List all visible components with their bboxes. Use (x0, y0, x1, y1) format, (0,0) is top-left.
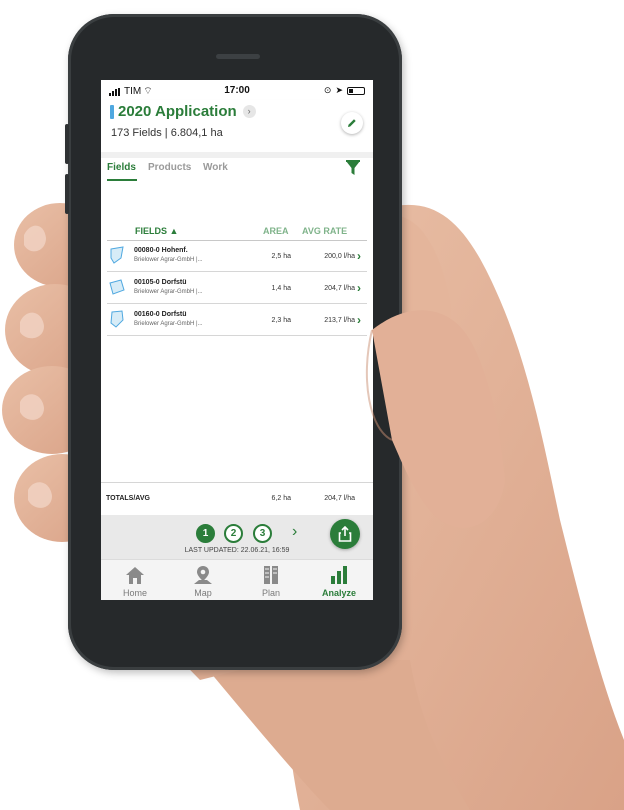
status-right: ⊙ ➤ (324, 85, 365, 96)
totals-label: TOTALS/AVG (106, 495, 150, 502)
tab-products[interactable]: Products (148, 162, 191, 173)
page-subtitle: 173 Fields | 6.804,1 ha (111, 127, 223, 139)
column-header-fields[interactable]: FIELDS ▲ (135, 226, 178, 236)
phone-side-button (65, 124, 69, 164)
bar-chart-icon (331, 566, 347, 584)
totals-area: 6,2 ha (271, 495, 291, 502)
phone-speaker (216, 54, 260, 59)
share-button[interactable] (330, 519, 360, 549)
field-shape-icon (109, 279, 125, 295)
header-divider (101, 152, 373, 158)
nav-map[interactable]: Map (169, 560, 237, 600)
share-icon (338, 526, 352, 542)
edit-button[interactable] (341, 112, 363, 134)
field-company: Brielower Agrar-GmbH |... (134, 321, 203, 327)
field-company: Brielower Agrar-GmbH |... (134, 289, 203, 295)
map-pin-icon (194, 566, 212, 584)
nav-plan-label: Plan (261, 588, 280, 598)
chevron-right-icon[interactable]: › (357, 249, 361, 263)
nav-home[interactable]: Home (101, 560, 169, 600)
home-icon (126, 567, 144, 584)
table-row[interactable]: 00160-0 Dorfstü Brielower Agrar-GmbH |..… (107, 305, 367, 336)
workflow-action-bar: 1 2 3 › LAST UPDATED: 22.06.21, 16:59 (101, 515, 373, 559)
next-step-icon[interactable]: › (292, 523, 297, 541)
table-row[interactable]: 00080-0 Hohenf. Brielower Agrar-GmbH |..… (107, 241, 367, 272)
field-name: 00080-0 Hohenf. (134, 247, 188, 254)
chevron-right-icon[interactable]: › (357, 313, 361, 327)
totals-rate: 204,7 l/ha (324, 495, 355, 502)
nav-home-label: Home (122, 588, 147, 598)
phone-side-button (65, 174, 69, 214)
location-icon: ➤ (335, 85, 343, 95)
pencil-icon (348, 119, 356, 127)
table-row[interactable]: 00105-0 Dorfstü Brielower Agrar-GmbH |..… (107, 273, 367, 304)
status-bar: TIM ⌔ 17:00 ⊙ ➤ (101, 80, 373, 100)
title-marker (110, 104, 114, 119)
step-1-button[interactable]: 1 (196, 524, 215, 543)
tab-active-indicator (107, 179, 137, 181)
tab-fields[interactable]: Fields (107, 162, 136, 173)
tab-work[interactable]: Work (203, 162, 228, 173)
field-shape-icon (110, 246, 124, 264)
nav-analyze-label: Analyze (321, 588, 356, 598)
field-area: 2,5 ha (271, 253, 291, 260)
column-header-avg-rate[interactable]: AVG RATE (302, 226, 347, 236)
totals-row: TOTALS/AVG 6,2 ha 204,7 l/ha (101, 483, 373, 513)
app-screen: TIM ⌔ 17:00 ⊙ ➤ 2020 Application › 173 F… (101, 80, 373, 600)
battery-icon (347, 86, 365, 95)
field-shape-icon (110, 310, 124, 328)
field-name: 00105-0 Dorfstü (134, 279, 187, 286)
field-name: 00160-0 Dorfstü (134, 311, 187, 318)
title-row[interactable]: 2020 Application › (110, 103, 256, 120)
field-area: 1,4 ha (271, 285, 291, 292)
field-rate: 200,0 l/ha (324, 253, 355, 260)
field-rate: 204,7 l/ha (324, 285, 355, 292)
field-area: 2,3 ha (271, 317, 291, 324)
plan-icon (264, 566, 278, 584)
page-title: 2020 Application (118, 103, 237, 120)
bottom-navigation: Home Map Plan Analyze (101, 559, 373, 600)
last-updated-text: LAST UPDATED: 22.06.21, 16:59 (184, 547, 290, 554)
chevron-right-icon[interactable]: › (242, 105, 256, 118)
tab-bar: Fields Products Work (101, 160, 373, 190)
field-company: Brielower Agrar-GmbH |... (134, 257, 203, 263)
field-rate: 213,7 l/ha (324, 317, 355, 324)
alarm-icon: ⊙ (323, 85, 332, 95)
app-header: 2020 Application › 173 Fields | 6.804,1 … (101, 100, 373, 152)
nav-analyze[interactable]: Analyze (305, 560, 373, 600)
chevron-right-icon[interactable]: › (357, 281, 361, 295)
step-2-button[interactable]: 2 (224, 524, 243, 543)
step-3-button[interactable]: 3 (253, 524, 272, 543)
nav-plan[interactable]: Plan (237, 560, 305, 600)
nav-map-label: Map (194, 588, 212, 598)
column-header-area[interactable]: AREA (263, 226, 289, 236)
filter-icon[interactable] (345, 160, 361, 176)
